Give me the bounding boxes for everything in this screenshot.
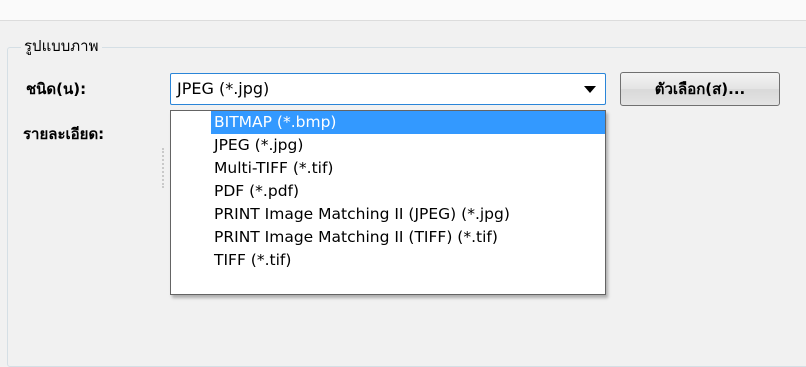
group-title: รูปแบบภาพ xyxy=(21,36,102,56)
dropdown-item-jpeg[interactable]: JPEG (*.jpg) xyxy=(211,134,605,157)
dropdown-item-pim-tiff[interactable]: PRINT Image Matching II (TIFF) (*.tif) xyxy=(211,226,605,249)
file-type-combobox[interactable]: JPEG (*.jpg) xyxy=(170,73,606,105)
detail-label: รายละเอียด: xyxy=(23,125,105,143)
type-label: ชนิด(น): xyxy=(26,80,87,98)
combobox-selected-value: JPEG (*.jpg) xyxy=(177,79,270,98)
dropdown-item-bitmap[interactable]: BITMAP (*.bmp) xyxy=(211,111,605,134)
options-button[interactable]: ตัวเลือก(ส)... xyxy=(620,72,780,106)
dropdown-item-multi-tiff[interactable]: Multi-TIFF (*.tif) xyxy=(211,157,605,180)
dialog-top-strip xyxy=(0,0,806,21)
dropdown-item-pim-jpeg[interactable]: PRINT Image Matching II (JPEG) (*.jpg) xyxy=(211,203,605,226)
file-type-dropdown-list: BITMAP (*.bmp) JPEG (*.jpg) Multi-TIFF (… xyxy=(170,110,606,295)
obscured-field-edge xyxy=(162,148,170,188)
dropdown-item-tiff[interactable]: TIFF (*.tif) xyxy=(211,249,605,272)
chevron-down-icon[interactable] xyxy=(584,86,596,93)
dropdown-item-pdf[interactable]: PDF (*.pdf) xyxy=(211,180,605,203)
